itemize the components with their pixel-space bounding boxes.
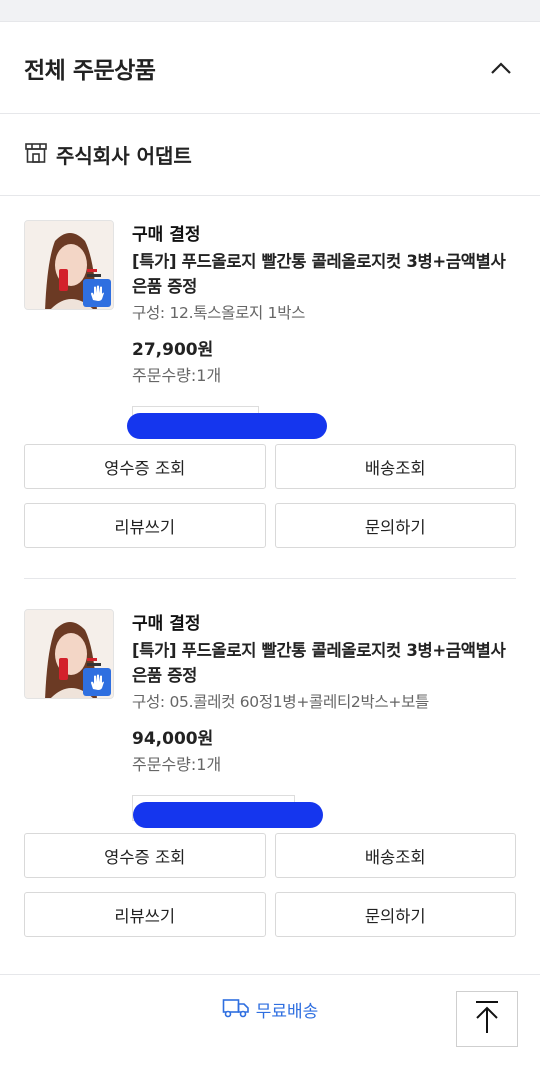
order-status: 구매 결정 bbox=[132, 614, 201, 634]
inquiry-button[interactable]: 문의하기 bbox=[274, 892, 516, 937]
truck-icon bbox=[222, 998, 250, 1022]
order-item: 구매 결정 [특가] 푸드올로지 빨간통 콜레올로지컷 3병+금액별사은품 증정… bbox=[0, 196, 540, 578]
arrow-up-icon bbox=[474, 1000, 500, 1038]
order-products-card: 전체 주문상품 주식회사 어댑트 구매 결정 [특가] 푸드올로지 빨간통 콜레… bbox=[0, 22, 540, 1067]
store-icon bbox=[24, 141, 48, 169]
product-price: 27,900원 bbox=[132, 340, 214, 360]
product-option: 구성: 05.콜레컷 60정1병+콜레티2박스+보틀 bbox=[132, 693, 429, 711]
tracking-button[interactable]: 배송조회 bbox=[274, 833, 516, 878]
product-price: 94,000원 bbox=[132, 729, 214, 749]
hand-icon bbox=[83, 668, 111, 696]
order-number: 주문번호 2025156581 bbox=[132, 795, 323, 828]
order-quantity: 주문수량:1개 bbox=[132, 755, 222, 774]
redaction-scribble bbox=[133, 802, 323, 828]
review-button[interactable]: 리뷰쓰기 bbox=[24, 503, 266, 548]
product-name[interactable]: [특가] 푸드올로지 빨간통 콜레올로지컷 3병+금액별사은품 증정 bbox=[132, 638, 516, 688]
seller-row[interactable]: 주식회사 어댑트 bbox=[0, 114, 540, 196]
product-thumbnail[interactable] bbox=[24, 609, 114, 699]
product-name[interactable]: [특가] 푸드올로지 빨간통 콜레올로지컷 3병+금액별사은품 증정 bbox=[132, 249, 516, 299]
review-button[interactable]: 리뷰쓰기 bbox=[24, 892, 266, 937]
order-number: 주문번호 202530 bbox=[127, 406, 327, 439]
product-thumbnail[interactable] bbox=[24, 220, 114, 310]
top-strip bbox=[0, 0, 540, 22]
section-title: 전체 주문상품 bbox=[24, 57, 156, 84]
shipping-label: 무료배송 bbox=[255, 1002, 319, 1022]
tracking-button[interactable]: 배송조회 bbox=[274, 444, 516, 489]
receipt-button[interactable]: 영수증 조회 bbox=[24, 833, 266, 878]
section-header[interactable]: 전체 주문상품 bbox=[0, 22, 540, 114]
seller-name: 주식회사 어댑트 bbox=[56, 144, 192, 168]
redaction-scribble bbox=[127, 413, 327, 439]
hand-icon bbox=[83, 279, 111, 307]
chevron-up-icon[interactable] bbox=[486, 53, 516, 83]
order-item: 구매 결정 [특가] 푸드올로지 빨간통 콜레올로지컷 3병+금액별사은품 증정… bbox=[24, 578, 516, 967]
scroll-to-top-button[interactable] bbox=[456, 991, 518, 1047]
product-option: 구성: 12.톡스올로지 1박스 bbox=[132, 304, 306, 322]
inquiry-button[interactable]: 문의하기 bbox=[274, 503, 516, 548]
order-quantity: 주문수량:1개 bbox=[132, 366, 222, 385]
receipt-button[interactable]: 영수증 조회 bbox=[24, 444, 266, 489]
order-status: 구매 결정 bbox=[132, 225, 201, 245]
